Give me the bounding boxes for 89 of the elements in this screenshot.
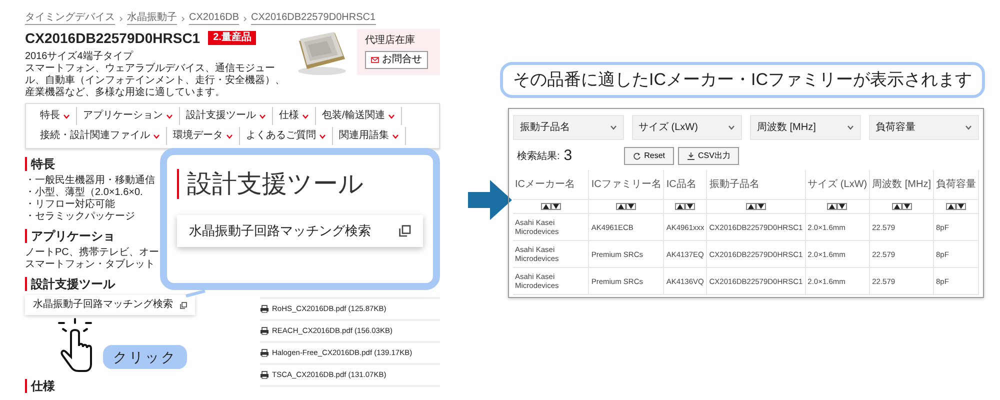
filter-dropdown[interactable]: 負荷容量 xyxy=(868,115,979,140)
action-button[interactable]: Reset xyxy=(624,147,674,165)
result-label: 検索結果: xyxy=(517,150,560,164)
download-icon xyxy=(687,152,696,160)
sort-up-icon xyxy=(829,204,836,209)
sort-down-icon xyxy=(758,204,764,209)
chevron-down-icon xyxy=(259,114,266,118)
filter-label: 負荷容量 xyxy=(876,120,916,135)
sort-down-icon xyxy=(958,204,964,209)
chevron-down-icon xyxy=(392,134,399,138)
breadcrumb-link[interactable]: タイミングデバイス xyxy=(25,12,115,25)
list-text: ノートPC、携帯テレビ、オー xyxy=(25,247,160,258)
section-heading: 仕様 xyxy=(25,379,195,393)
column-header: ICメーカー名 xyxy=(513,170,589,200)
callout-heading: 設計支援ツール xyxy=(177,169,423,199)
column-header: 負荷容量 xyxy=(934,170,978,200)
inquiry-button[interactable]: お問合せ xyxy=(365,51,428,69)
filter-dropdown[interactable]: サイズ (LxW) xyxy=(632,115,742,140)
chevron-down-icon xyxy=(846,125,854,130)
chevron-down-icon xyxy=(965,125,972,130)
sort-up-icon xyxy=(618,204,624,209)
column-header: 振動子品名 xyxy=(706,170,806,200)
status-badge: 2.量産品 xyxy=(208,31,256,45)
sort-descending-button[interactable] xyxy=(956,203,966,210)
nav-link[interactable]: 接続・設計関連ファイル xyxy=(34,127,167,145)
chevron-down-icon xyxy=(388,114,395,118)
nav-link[interactable]: 設計支援ツール xyxy=(180,107,273,125)
filter-label: 振動子品名 xyxy=(520,121,570,135)
sort-down-icon xyxy=(628,204,634,209)
sort-up-icon xyxy=(677,204,684,209)
chevron-down-icon xyxy=(153,134,160,138)
sort-up-icon xyxy=(894,204,900,209)
list-text: ・小型、薄型（2.0×1.6×0. xyxy=(25,187,144,198)
sort-down-icon xyxy=(904,204,910,209)
click-label: クリック xyxy=(103,345,187,369)
nav-link[interactable]: アプリケーション xyxy=(77,107,180,125)
speech-bubble: その品番に適したICメーカー・ICファミリーが表示されます xyxy=(500,62,985,98)
chevron-down-icon xyxy=(319,134,326,138)
filter-label: 周波数 [MHz] xyxy=(757,120,816,135)
refresh-icon xyxy=(633,152,642,160)
sort-up-icon xyxy=(542,204,549,209)
column-header: ICファミリー名 xyxy=(588,170,664,200)
breadcrumb-link[interactable]: CX2016DB xyxy=(189,12,240,25)
filter-dropdown[interactable]: 周波数 [MHz] xyxy=(750,115,860,140)
breadcrumb-link[interactable]: 水晶振動子 xyxy=(127,12,177,25)
column-header: サイズ (LxW) xyxy=(805,170,870,200)
product-subtitle: 2016サイズ4端子タイプ xyxy=(25,51,134,63)
product-title: CX2016DB22579D0HRSC1 xyxy=(25,29,200,47)
tool-link-text: 水晶振動子回路マッチング検索 xyxy=(33,299,173,311)
sort-down-icon xyxy=(552,204,559,209)
breadcrumb-link[interactable]: CX2016DB22579D0HRSC1 xyxy=(251,12,376,25)
chevron-down-icon xyxy=(610,125,616,130)
chevron-down-icon xyxy=(63,114,70,118)
chevron-down-icon xyxy=(302,114,309,118)
list-text: スマートフォン・タブレット xyxy=(25,259,156,271)
chevron-right-icon xyxy=(243,16,248,22)
sort-up-icon xyxy=(948,204,954,209)
chevron-down-icon xyxy=(728,125,735,130)
nav-link[interactable]: 関連用語集 xyxy=(333,127,406,145)
hand-cursor-icon xyxy=(55,317,95,373)
sort-down-icon xyxy=(687,204,694,209)
result-count: 3 xyxy=(564,146,572,166)
filter-dropdown[interactable]: 振動子品名 xyxy=(513,115,624,140)
list-text: ・リフロー対応可能 xyxy=(25,199,116,211)
chevron-down-icon xyxy=(166,114,173,118)
mail-icon xyxy=(371,57,379,63)
right-arrow xyxy=(468,180,512,220)
list-text: ・一般民生機器用・移動通信 xyxy=(25,175,156,186)
product-description: スマートフォン、ウェアラブルデバイス、通信モジュール、自動車（インフォテインメント、走行・安全機器）、産業機器など、多様な用途に適しています。 xyxy=(25,63,286,99)
chevron-down-icon xyxy=(226,134,233,138)
column-header: IC品名 xyxy=(664,170,707,200)
copy-icon xyxy=(180,302,187,308)
copy-icon xyxy=(399,225,411,237)
nav-link[interactable]: 包装/輸送関連 xyxy=(316,107,402,125)
sort-up-icon xyxy=(748,204,754,209)
sort-down-icon xyxy=(839,204,846,209)
column-header: 周波数 [MHz] xyxy=(870,170,934,200)
sort-ascending-button[interactable] xyxy=(946,203,956,210)
list-text: ・セラミックパッケージ xyxy=(25,211,136,223)
stock-label: 代理店在庫 xyxy=(365,35,416,47)
chevron-right-icon xyxy=(119,16,123,22)
tool-link-card[interactable]: 水晶振動子回路マッチング検索 xyxy=(25,295,195,315)
action-button[interactable]: CSV出力 xyxy=(678,147,740,165)
nav-link[interactable]: よくあるご質問 xyxy=(240,127,333,145)
nav-link[interactable]: 特長 xyxy=(34,107,77,125)
nav-link[interactable]: 仕様 xyxy=(273,107,316,125)
filter-label: サイズ (LxW) xyxy=(638,121,698,135)
chevron-right-icon xyxy=(181,16,185,22)
nav-link[interactable]: 環境データ xyxy=(167,127,240,145)
